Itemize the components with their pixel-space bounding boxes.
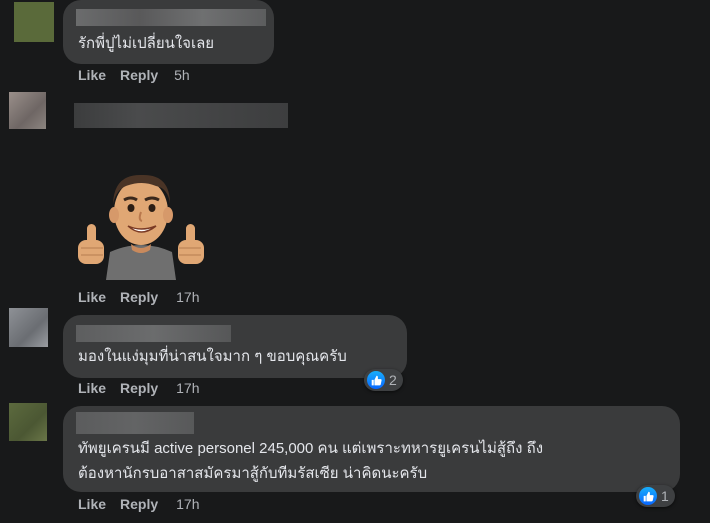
like-button[interactable]: Like <box>78 289 106 305</box>
like-button[interactable]: Like <box>78 496 106 512</box>
comment-text-line-2: ต้องหานักรบอาสาสมัครมาสู้กับทีมรัสเซีย น… <box>78 465 428 482</box>
commenter-name-redacted[interactable] <box>76 9 266 26</box>
comment-bubble: รักพี่ปูไม่เปลี่ยนใจเลย <box>63 0 274 64</box>
reaction-count-value: 2 <box>389 372 397 388</box>
avatar[interactable] <box>9 403 47 441</box>
avatar[interactable] <box>14 2 54 42</box>
comment-text-line-1: ทัพยูเครนมี active personel 245,000 คน แ… <box>78 440 544 457</box>
reaction-count[interactable]: 2 <box>364 369 403 391</box>
like-button[interactable]: Like <box>78 67 106 83</box>
comment-timestamp[interactable]: 17h <box>176 380 199 396</box>
reaction-count-value: 1 <box>661 488 669 504</box>
like-thumb-icon <box>367 371 385 389</box>
comment-actions: Like Reply 17h <box>78 380 200 396</box>
comment-timestamp[interactable]: 17h <box>176 496 199 512</box>
reaction-count[interactable]: 1 <box>636 485 675 507</box>
commenter-name-redacted[interactable] <box>76 412 194 434</box>
comment-timestamp[interactable]: 17h <box>176 289 199 305</box>
comment-timestamp[interactable]: 5h <box>174 67 190 83</box>
comment-actions: Like Reply 5h <box>78 67 190 83</box>
sticker-thumbs-up-avatar[interactable] <box>76 160 206 280</box>
reply-button[interactable]: Reply <box>120 67 158 83</box>
comment-actions: Like Reply 17h <box>78 289 200 305</box>
reply-button[interactable]: Reply <box>120 380 158 396</box>
reply-button[interactable]: Reply <box>120 289 158 305</box>
comment-text: รักพี่ปูไม่เปลี่ยนใจเลย <box>78 35 215 52</box>
comment-actions: Like Reply 17h <box>78 496 200 512</box>
comment-text: มองในแง่มุมที่น่าสนใจมาก ๆ ขอบคุณครับ <box>78 348 347 365</box>
comment-bubble: ทัพยูเครนมี active personel 245,000 คน แ… <box>63 406 680 492</box>
thumbs-up-avatar-icon <box>78 174 204 280</box>
reply-button[interactable]: Reply <box>120 496 158 512</box>
avatar[interactable] <box>9 308 48 347</box>
commenter-name-redacted[interactable] <box>76 325 231 342</box>
like-thumb-icon <box>639 487 657 505</box>
like-button[interactable]: Like <box>78 380 106 396</box>
avatar[interactable] <box>9 92 46 129</box>
comment-bubble: มองในแง่มุมที่น่าสนใจมาก ๆ ขอบคุณครับ <box>63 315 407 378</box>
commenter-name-redacted[interactable] <box>74 103 288 128</box>
